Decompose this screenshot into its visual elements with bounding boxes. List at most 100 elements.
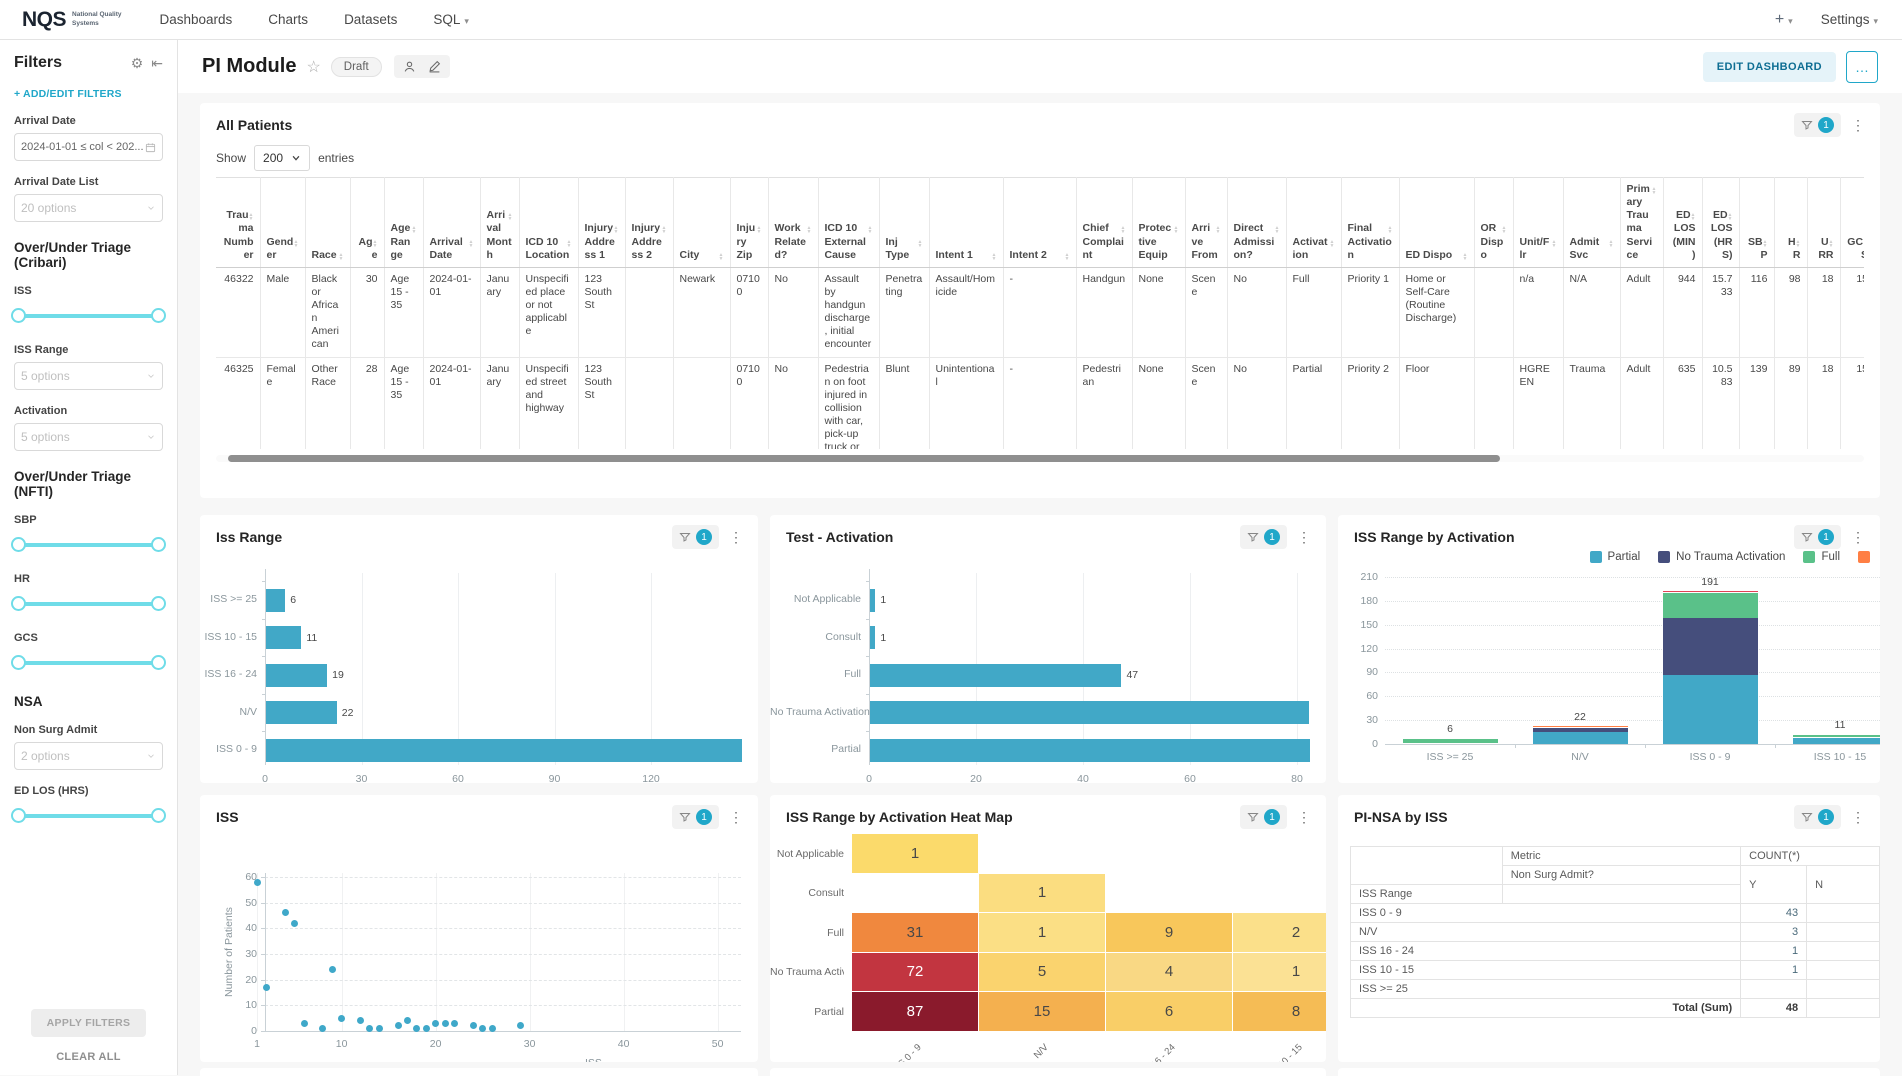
scatter-point[interactable]: [254, 879, 261, 886]
column-header[interactable]: ▲▼Unit/Flr: [1513, 178, 1563, 268]
column-header[interactable]: ▲▼Arrive From: [1185, 178, 1227, 268]
settings-menu[interactable]: Settings▾: [1821, 12, 1878, 27]
bar[interactable]: [870, 626, 875, 649]
scatter-point[interactable]: [395, 1022, 402, 1029]
heatmap-cell[interactable]: 1: [852, 834, 978, 873]
apply-filters-button[interactable]: APPLY FILTERS: [31, 1009, 147, 1037]
pivot-data-row[interactable]: ISS 0 - 943: [1351, 904, 1880, 923]
nav-item-datasets[interactable]: Datasets: [344, 12, 397, 27]
heatmap-cell[interactable]: 1: [1233, 953, 1326, 992]
sort-icon[interactable]: ▲▼: [567, 240, 572, 248]
column-header[interactable]: ▲▼City: [673, 178, 730, 268]
applied-filters-indicator[interactable]: 1: [1794, 525, 1841, 549]
sort-icon[interactable]: ▲▼: [868, 226, 873, 234]
sort-icon[interactable]: ▲▼: [294, 240, 299, 248]
sort-icon[interactable]: ▲▼: [1275, 226, 1280, 234]
column-header[interactable]: ▲▼Race: [305, 178, 350, 268]
stacked-bar-segment[interactable]: [1663, 675, 1758, 744]
applied-filters-indicator[interactable]: 1: [1240, 525, 1287, 549]
scatter-point[interactable]: [479, 1025, 486, 1032]
pivot-data-row[interactable]: N/V3: [1351, 923, 1880, 942]
column-header[interactable]: ▲▼Intent 1: [929, 178, 1003, 268]
clear-all-button[interactable]: CLEAR ALL: [0, 1051, 177, 1063]
scatter-point[interactable]: [282, 909, 289, 916]
applied-filters-indicator[interactable]: 1: [672, 805, 719, 829]
column-header[interactable]: ▲▼Protective Equip: [1132, 178, 1185, 268]
sbp-slider[interactable]: [17, 532, 160, 558]
scatter-point[interactable]: [301, 1020, 308, 1027]
slider-handle-max[interactable]: [151, 308, 166, 323]
bar[interactable]: [870, 589, 875, 612]
bar[interactable]: [870, 664, 1121, 687]
sort-icon[interactable]: ▲▼: [719, 253, 724, 261]
pivot-data-row[interactable]: ISS 10 - 151: [1351, 961, 1880, 980]
ed-los-slider[interactable]: [17, 803, 160, 829]
slider-handle-min[interactable]: [11, 655, 26, 670]
sort-icon[interactable]: ▲▼: [1121, 226, 1126, 234]
column-header[interactable]: ▲▼Chief Complaint: [1076, 178, 1132, 268]
entries-select[interactable]: 200: [254, 145, 310, 171]
kebab-menu-icon[interactable]: ⋮: [729, 529, 744, 546]
sort-icon[interactable]: ▲▼: [1728, 213, 1733, 221]
sort-icon[interactable]: ▲▼: [1065, 253, 1070, 261]
nav-item-sql[interactable]: SQL▾: [433, 12, 469, 27]
kebab-menu-icon[interactable]: ⋮: [729, 809, 744, 826]
sort-icon[interactable]: ▲▼: [1609, 240, 1614, 248]
stacked-bar-segment[interactable]: [1793, 735, 1881, 737]
pivot-data-row[interactable]: ISS 16 - 241: [1351, 942, 1880, 961]
kebab-menu-icon[interactable]: ⋮: [1297, 809, 1312, 826]
column-header[interactable]: ▲▼ED LOS (MIN): [1663, 178, 1702, 268]
column-header[interactable]: ▲▼Age: [350, 178, 384, 268]
heatmap-cell[interactable]: 1: [979, 913, 1105, 952]
column-header[interactable]: ▲▼HR: [1774, 178, 1807, 268]
add-edit-filters-button[interactable]: + ADD/EDIT FILTERS: [14, 88, 163, 100]
heatmap-cell[interactable]: 4: [1106, 953, 1232, 992]
sort-icon[interactable]: ▲▼: [918, 240, 923, 248]
legend-item[interactable]: Full: [1803, 551, 1840, 563]
column-header[interactable]: ▲▼ED LOS (HRS): [1702, 178, 1739, 268]
sort-icon[interactable]: ▲▼: [1502, 226, 1507, 234]
heatmap-cell[interactable]: 6: [1106, 992, 1232, 1031]
bar[interactable]: [870, 701, 1309, 724]
column-header[interactable]: ▲▼Injury Address 2: [625, 178, 673, 268]
heatmap-cell[interactable]: 9: [1106, 913, 1232, 952]
non-surg-admit-select[interactable]: 2 options: [14, 742, 163, 770]
scatter-point[interactable]: [329, 966, 336, 973]
column-header[interactable]: ▲▼Age Range: [384, 178, 423, 268]
sort-icon[interactable]: ▲▼: [614, 226, 619, 234]
column-header[interactable]: ▲▼ED Dispo: [1399, 178, 1474, 268]
column-header[interactable]: ▲▼SBP: [1739, 178, 1774, 268]
sort-icon[interactable]: ▲▼: [373, 240, 378, 248]
hr-slider[interactable]: [17, 591, 160, 617]
stacked-bar-segment[interactable]: [1403, 739, 1498, 743]
scatter-point[interactable]: [357, 1017, 364, 1024]
gear-icon[interactable]: ⚙: [131, 55, 144, 72]
column-header[interactable]: ▲▼Arrival Month: [480, 178, 519, 268]
kebab-menu-icon[interactable]: ⋮: [1851, 529, 1866, 546]
sort-icon[interactable]: ▲▼: [757, 226, 762, 234]
gcs-slider[interactable]: [17, 650, 160, 676]
collapse-sidebar-icon[interactable]: ⇤: [151, 55, 163, 72]
nav-item-charts[interactable]: Charts: [268, 12, 308, 27]
pivot-data-row[interactable]: ISS >= 25: [1351, 980, 1880, 999]
column-header[interactable]: ▲▼Activation: [1286, 178, 1341, 268]
scatter-point[interactable]: [338, 1015, 345, 1022]
arrival-date-list-select[interactable]: 20 options: [14, 194, 163, 222]
scatter-point[interactable]: [517, 1022, 524, 1029]
scatter-point[interactable]: [489, 1025, 496, 1032]
heatmap-cell[interactable]: 5: [979, 953, 1105, 992]
nqs-logo[interactable]: NQS National QualitySystems: [22, 8, 122, 32]
heatmap-cell[interactable]: 2: [1233, 913, 1326, 952]
column-header[interactable]: ▲▼ICD 10 Location: [519, 178, 578, 268]
sort-icon[interactable]: ▲▼: [1216, 226, 1221, 234]
legend-item[interactable]: Partial: [1590, 551, 1641, 563]
column-header[interactable]: ▲▼Injury Address 1: [578, 178, 625, 268]
edit-dashboard-button[interactable]: EDIT DASHBOARD: [1703, 52, 1836, 82]
scatter-point[interactable]: [423, 1025, 430, 1032]
column-header[interactable]: ▲▼Injury Zip: [730, 178, 768, 268]
sort-icon[interactable]: ▲▼: [1463, 253, 1468, 261]
iss-range-select[interactable]: 5 options: [14, 362, 163, 390]
stacked-bar-segment[interactable]: [1663, 593, 1758, 618]
slider-handle-min[interactable]: [11, 537, 26, 552]
sort-icon[interactable]: ▲▼: [508, 213, 513, 221]
